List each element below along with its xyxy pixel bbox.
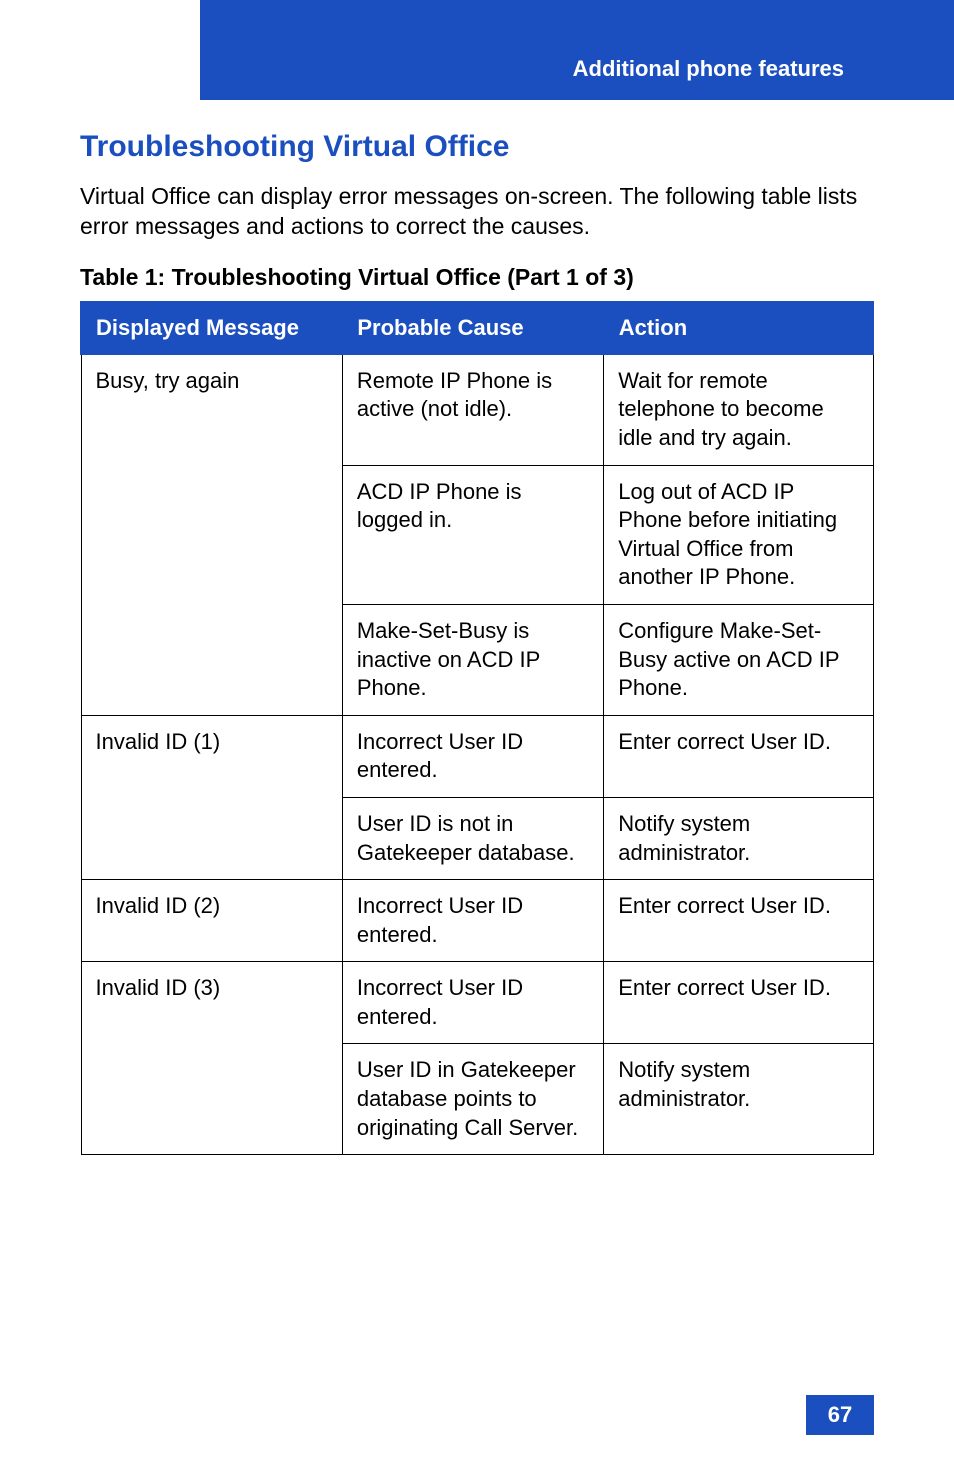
cell-action: Enter correct User ID. (604, 962, 873, 1044)
page-number: 67 (806, 1395, 874, 1435)
cell-action: Notify system administrator. (604, 797, 873, 879)
table-row: Invalid ID (3) Incorrect User ID entered… (81, 962, 873, 1044)
cell-cause: Incorrect User ID entered. (342, 715, 603, 797)
document-header-bar: Additional phone features (200, 0, 954, 100)
page-content: Troubleshooting Virtual Office Virtual O… (80, 120, 874, 1155)
table-header-row: Displayed Message Probable Cause Action (81, 302, 873, 354)
cell-action: Enter correct User ID. (604, 880, 873, 962)
cell-action: Log out of ACD IP Phone before initiatin… (604, 465, 873, 604)
col-header-action: Action (604, 302, 873, 354)
table-row: Invalid ID (1) Incorrect User ID entered… (81, 715, 873, 797)
troubleshooting-table: Displayed Message Probable Cause Action … (80, 301, 874, 1155)
cell-cause: User ID in Gatekeeper database points to… (342, 1044, 603, 1155)
cell-action: Configure Make-Set-Busy active on ACD IP… (604, 604, 873, 715)
cell-message: Invalid ID (2) (81, 880, 342, 962)
intro-paragraph: Virtual Office can display error message… (80, 182, 874, 242)
col-header-message: Displayed Message (81, 302, 342, 354)
cell-message: Busy, try again (81, 354, 342, 715)
cell-message: Invalid ID (1) (81, 715, 342, 879)
cell-cause: Remote IP Phone is active (not idle). (342, 354, 603, 465)
cell-cause: Make-Set-Busy is inactive on ACD IP Phon… (342, 604, 603, 715)
cell-action: Notify system administrator. (604, 1044, 873, 1155)
cell-cause: Incorrect User ID entered. (342, 880, 603, 962)
section-title: Additional phone features (573, 56, 844, 82)
cell-action: Enter correct User ID. (604, 715, 873, 797)
cell-cause: ACD IP Phone is logged in. (342, 465, 603, 604)
cell-cause: Incorrect User ID entered. (342, 962, 603, 1044)
cell-action: Wait for remote telephone to become idle… (604, 354, 873, 465)
cell-cause: User ID is not in Gatekeeper database. (342, 797, 603, 879)
table-row: Invalid ID (2) Incorrect User ID entered… (81, 880, 873, 962)
col-header-cause: Probable Cause (342, 302, 603, 354)
cell-message: Invalid ID (3) (81, 962, 342, 1155)
page-heading: Troubleshooting Virtual Office (80, 130, 874, 164)
table-caption: Table 1: Troubleshooting Virtual Office … (80, 264, 874, 291)
table-row: Busy, try again Remote IP Phone is activ… (81, 354, 873, 465)
